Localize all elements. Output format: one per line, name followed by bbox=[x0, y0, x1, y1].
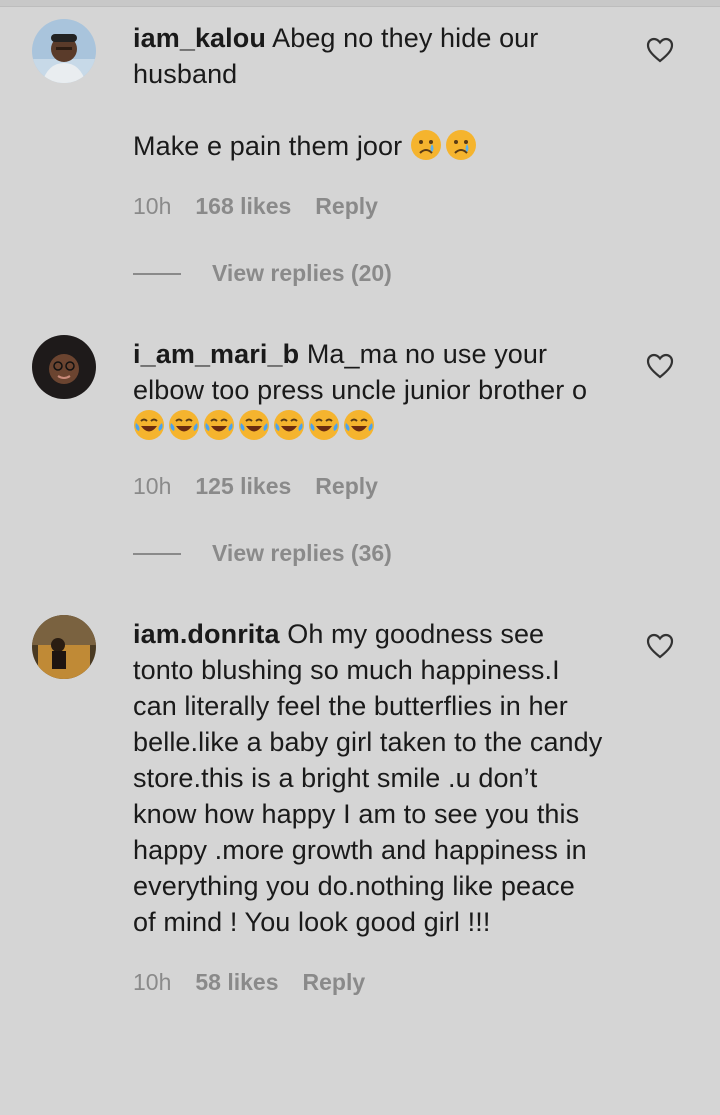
reply-button[interactable]: Reply bbox=[315, 193, 378, 220]
comment-text: everything you do.nothing like peace bbox=[133, 871, 575, 901]
comment-username[interactable]: iam_kalou bbox=[133, 23, 266, 53]
like-count[interactable]: 125 likes bbox=[195, 473, 291, 500]
comment-text: can literally feel the butterflies in he… bbox=[133, 691, 568, 721]
view-replies-button[interactable]: View replies (36) bbox=[133, 540, 392, 567]
heart-icon[interactable] bbox=[646, 37, 674, 63]
comment-text: Abeg no they hide our bbox=[272, 23, 539, 53]
comment-username[interactable]: iam.donrita bbox=[133, 619, 280, 649]
comment-text: tonto blushing so much happiness.I bbox=[133, 655, 560, 685]
comment-time: 10h bbox=[133, 969, 172, 995]
comment-text: belle.like a baby girl taken to the cand… bbox=[133, 727, 603, 757]
comment-time: 10h bbox=[133, 473, 172, 499]
replies-divider bbox=[133, 552, 181, 555]
comment-text: Oh my goodness see bbox=[287, 619, 545, 649]
reply-button[interactable]: Reply bbox=[315, 473, 378, 500]
comment-text: store.this is a bright smile .u don’t bbox=[133, 763, 538, 793]
comment-time: 10h bbox=[133, 193, 172, 219]
avatar[interactable] bbox=[32, 335, 96, 399]
view-replies-label: View replies (36) bbox=[212, 540, 392, 566]
like-count[interactable]: 168 likes bbox=[195, 193, 291, 220]
comment-meta: 10h 125 likes Reply bbox=[133, 473, 378, 500]
tears-of-joy-emoji bbox=[133, 410, 378, 441]
replies-divider bbox=[133, 272, 181, 275]
comment-text: husband bbox=[133, 59, 238, 89]
comment-text: know how happy I am to see you this bbox=[133, 799, 580, 829]
heart-icon[interactable] bbox=[646, 353, 674, 379]
comment-meta: 10h 168 likes Reply bbox=[133, 193, 378, 220]
comment-username[interactable]: i_am_mari_b bbox=[133, 339, 299, 369]
view-replies-label: View replies (20) bbox=[212, 260, 392, 286]
avatar[interactable] bbox=[32, 19, 96, 83]
comment-body: i_am_mari_b Ma_ma no use your elbow too … bbox=[133, 336, 633, 444]
reply-button[interactable]: Reply bbox=[303, 969, 366, 996]
comment-body: iam_kalou Abeg no they hide our husband … bbox=[133, 20, 633, 164]
comment-body: iam.donrita Oh my goodness see tonto blu… bbox=[133, 616, 633, 940]
like-count[interactable]: 58 likes bbox=[195, 969, 278, 996]
comment-text: Make e pain them joor bbox=[133, 131, 403, 161]
comment-text: happy .more growth and happiness in bbox=[133, 835, 587, 865]
comment-text: Ma_ma no use your bbox=[306, 339, 548, 369]
top-divider bbox=[0, 0, 720, 7]
comment-text: of mind ! You look good girl !!! bbox=[133, 907, 491, 937]
avatar[interactable] bbox=[32, 615, 96, 679]
heart-icon[interactable] bbox=[646, 633, 674, 659]
crying-face-emoji bbox=[410, 130, 480, 161]
comment-text: elbow too press uncle junior brother o bbox=[133, 375, 588, 405]
view-replies-button[interactable]: View replies (20) bbox=[133, 260, 392, 287]
comment-meta: 10h 58 likes Reply bbox=[133, 969, 365, 996]
